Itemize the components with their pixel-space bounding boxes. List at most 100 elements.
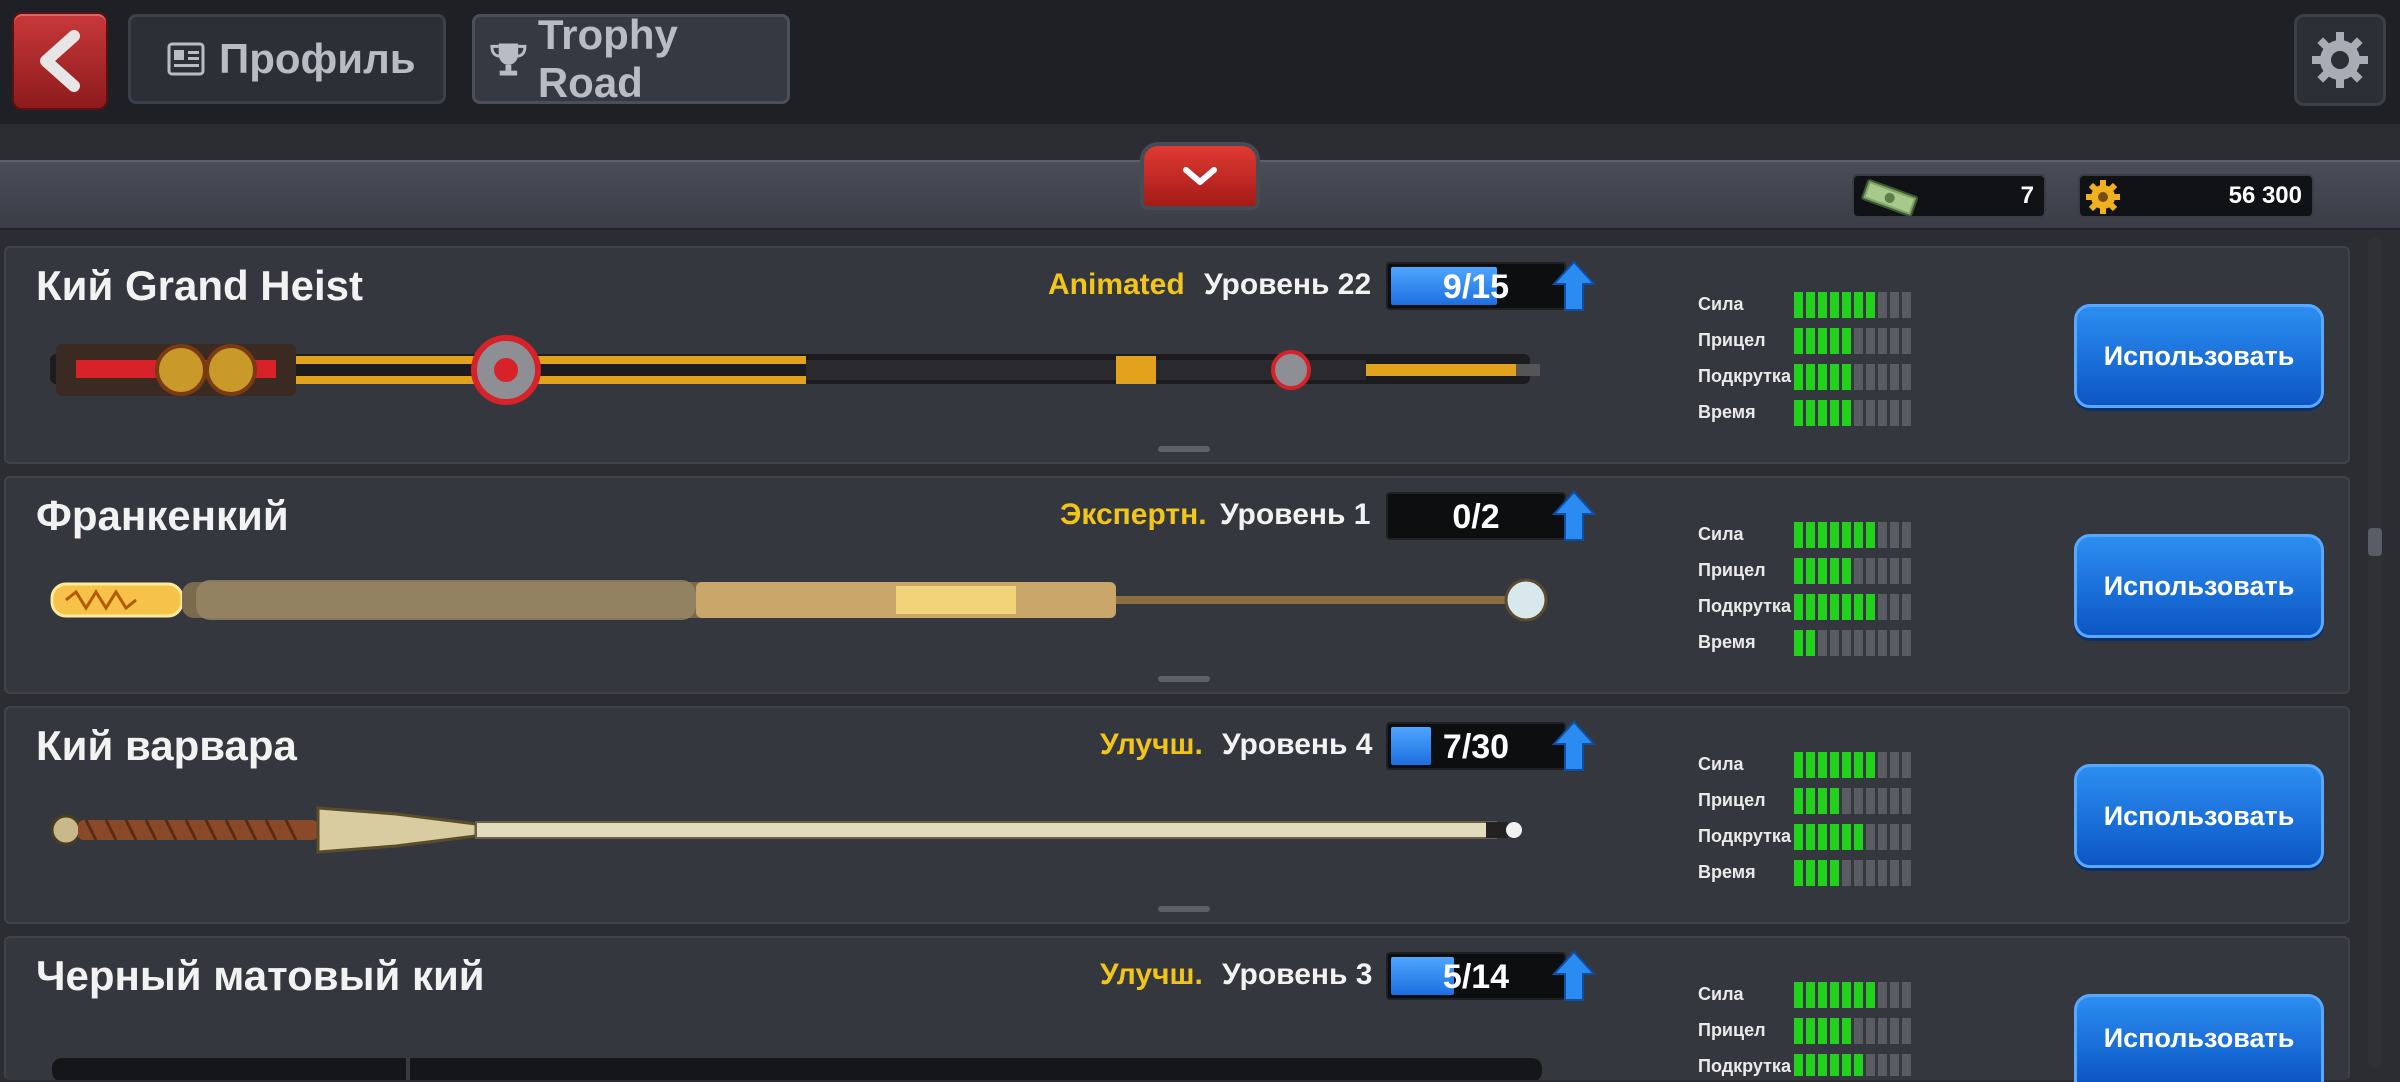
stat-segment-filled <box>1854 594 1863 620</box>
stat-bar-aim <box>1794 328 1926 354</box>
stat-segment-empty <box>1890 1054 1899 1076</box>
stat-bar-time <box>1794 400 1926 426</box>
stat-segment-empty <box>1866 788 1875 814</box>
use-button[interactable]: Использовать <box>2074 304 2324 408</box>
stat-segment-filled <box>1818 364 1827 390</box>
stat-segment-empty <box>1890 982 1899 1008</box>
stat-segment-filled <box>1854 752 1863 778</box>
stat-segment-filled <box>1794 860 1803 886</box>
stat-segment-filled <box>1818 1018 1827 1044</box>
stat-segment-filled <box>1842 328 1851 354</box>
stat-segment-filled <box>1842 752 1851 778</box>
cue-card[interactable]: Франкенкий Экспертн. Уровень 1 0/2 Сила … <box>4 476 2350 694</box>
cue-rarity: Улучш. <box>1100 958 1203 991</box>
cue-image <box>50 806 1522 854</box>
tab-trophy-road[interactable]: Trophy Road <box>472 11 790 106</box>
stat-label-spin: Подкрутка <box>1698 596 1791 616</box>
stat-segment-filled <box>1794 292 1803 318</box>
stat-segment-empty <box>1902 328 1911 354</box>
stat-label-aim: Прицел <box>1698 560 1766 580</box>
upgrade-arrow-icon[interactable] <box>1552 490 1596 542</box>
stat-segment-filled <box>1830 788 1839 814</box>
stat-segment-empty <box>1866 364 1875 390</box>
cue-image <box>50 335 1540 405</box>
stat-segment-empty <box>1878 558 1887 584</box>
stat-segment-filled <box>1818 594 1827 620</box>
stat-label-time: Время <box>1698 402 1756 422</box>
stat-segment-filled <box>1794 982 1803 1008</box>
stat-segment-filled <box>1818 860 1827 886</box>
cue-card[interactable]: Черный матовый кий Улучш. Уровень 3 5/14… <box>4 936 2350 1082</box>
stat-segment-empty <box>1890 328 1899 354</box>
stat-bar-spin <box>1794 1054 1926 1076</box>
use-button[interactable]: Использовать <box>2074 994 2324 1082</box>
stat-segment-filled <box>1818 400 1827 426</box>
stat-segment-empty <box>1890 1018 1899 1044</box>
upgrade-arrow-icon[interactable] <box>1552 720 1596 772</box>
tab-label: Trophy Road <box>537 11 678 106</box>
tab-profile[interactable]: Профиль <box>128 14 446 104</box>
stat-segment-empty <box>1890 630 1899 656</box>
stat-segment-empty <box>1902 630 1911 656</box>
stat-segment-empty <box>1902 860 1911 886</box>
stat-segment-empty <box>1878 982 1887 1008</box>
expand-handle[interactable] <box>1158 906 1210 912</box>
cue-image <box>50 578 1548 622</box>
upgrade-arrow-icon[interactable] <box>1552 950 1596 1002</box>
stat-segment-empty <box>1866 1054 1875 1076</box>
stat-segment-empty <box>1902 752 1911 778</box>
stat-segment-empty <box>1902 824 1911 850</box>
use-button[interactable]: Использовать <box>2074 534 2324 638</box>
stat-segment-filled <box>1866 982 1875 1008</box>
stat-segment-filled <box>1866 594 1875 620</box>
stat-segment-filled <box>1806 594 1815 620</box>
expand-handle[interactable] <box>1158 446 1210 452</box>
progress-text: 5/14 <box>1442 958 1510 996</box>
cue-card[interactable]: Кий Grand Heist Animated Уровень 22 9/15… <box>4 246 2350 464</box>
stat-segment-filled <box>1794 1018 1803 1044</box>
upgrade-arrow-icon[interactable] <box>1552 260 1596 312</box>
back-button[interactable] <box>12 12 108 110</box>
cue-level: Уровень 3 <box>1222 958 1373 991</box>
stat-segment-filled <box>1818 752 1827 778</box>
expand-handle[interactable] <box>1158 676 1210 682</box>
stat-segment-filled <box>1806 752 1815 778</box>
cue-card[interactable]: Кий варвара Улучш. Уровень 4 7/30 Сила П… <box>4 706 2350 924</box>
stat-bar-spin <box>1794 824 1926 850</box>
stat-segment-empty <box>1902 522 1911 548</box>
stat-segment-empty <box>1878 522 1887 548</box>
coin-value: 56 300 <box>2228 182 2302 209</box>
stat-segment-filled <box>1806 630 1815 656</box>
coin-counter[interactable]: 56 300 <box>2078 174 2314 218</box>
stat-segment-filled <box>1794 824 1803 850</box>
stat-segment-filled <box>1830 824 1839 850</box>
stat-segment-empty <box>1818 630 1827 656</box>
stat-segment-filled <box>1830 1054 1839 1076</box>
stat-segment-filled <box>1842 1018 1851 1044</box>
stat-segment-empty <box>1866 400 1875 426</box>
stat-segment-empty <box>1854 558 1863 584</box>
scrollbar-thumb[interactable] <box>2368 528 2382 556</box>
stat-segment-filled <box>1830 752 1839 778</box>
collapse-button[interactable] <box>1140 142 1260 210</box>
use-button[interactable]: Использовать <box>2074 764 2324 868</box>
stat-segment-filled <box>1830 292 1839 318</box>
stat-segment-filled <box>1818 824 1827 850</box>
stat-segment-empty <box>1902 558 1911 584</box>
stat-segment-filled <box>1854 1054 1863 1076</box>
stat-bar-power <box>1794 292 1926 318</box>
stat-segment-filled <box>1842 1054 1851 1076</box>
stat-segment-empty <box>1902 982 1911 1008</box>
stat-segment-filled <box>1806 824 1815 850</box>
card-progress-bar: 5/14 <box>1386 952 1566 1000</box>
cash-counter[interactable]: 7 <box>1852 174 2046 218</box>
stat-segment-empty <box>1878 292 1887 318</box>
stat-segment-filled <box>1818 1054 1827 1076</box>
stat-segment-empty <box>1902 1018 1911 1044</box>
stat-bar-time <box>1794 860 1926 886</box>
cash-stack-icon <box>1861 179 1918 216</box>
scrollbar-track[interactable] <box>2368 238 2382 1068</box>
stat-segment-empty <box>1842 630 1851 656</box>
settings-button[interactable] <box>2294 14 2386 106</box>
stat-label-power: Сила <box>1698 294 1744 314</box>
